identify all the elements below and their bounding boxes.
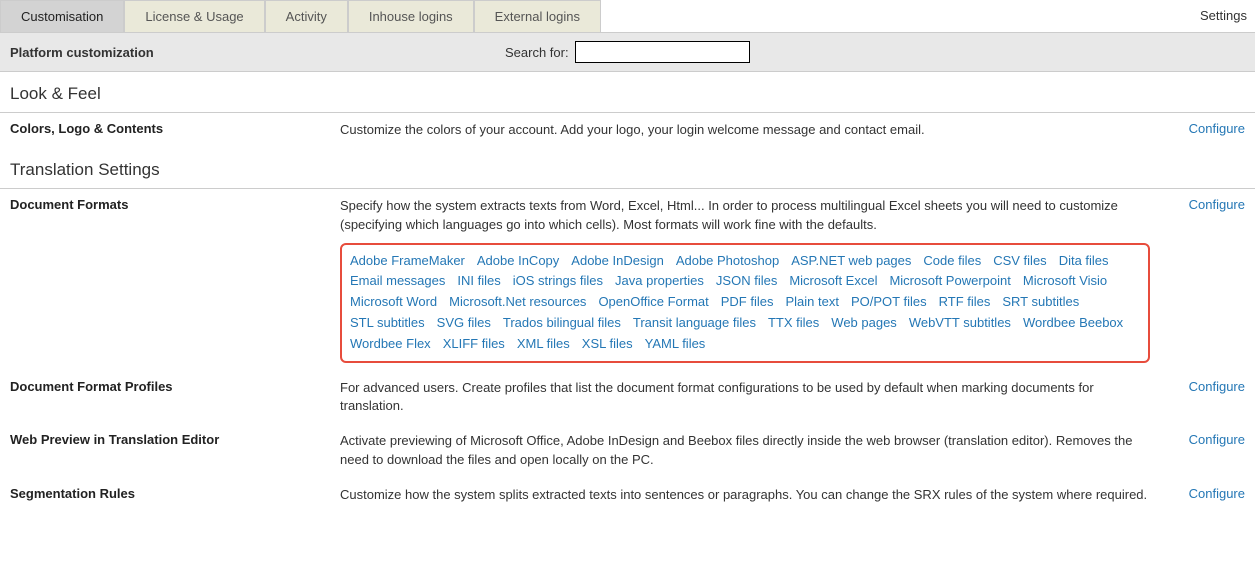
row-segmentation: Segmentation Rules Customize how the sys…	[0, 478, 1255, 513]
subheader: Platform customization Search for:	[0, 33, 1255, 72]
format-link[interactable]: OpenOffice Format	[598, 292, 708, 313]
row-web-preview-label: Web Preview in Translation Editor	[10, 432, 340, 447]
row-doc-formats: Document Formats Specify how the system …	[0, 189, 1255, 371]
format-link[interactable]: Wordbee Flex	[350, 334, 431, 355]
format-link[interactable]: JSON files	[716, 271, 777, 292]
configure-colors[interactable]: Configure	[1189, 121, 1245, 136]
row-colors-desc: Customize the colors of your account. Ad…	[340, 121, 1170, 140]
format-link[interactable]: Microsoft Excel	[789, 271, 877, 292]
format-link[interactable]: INI files	[457, 271, 500, 292]
row-profiles-label: Document Format Profiles	[10, 379, 340, 394]
format-link[interactable]: RTF files	[939, 292, 991, 313]
format-link[interactable]: iOS strings files	[513, 271, 603, 292]
row-doc-formats-desc: Specify how the system extracts texts fr…	[340, 198, 1118, 232]
configure-segmentation[interactable]: Configure	[1189, 486, 1245, 501]
format-link[interactable]: PDF files	[721, 292, 774, 313]
format-link[interactable]: Plain text	[785, 292, 838, 313]
row-web-preview: Web Preview in Translation Editor Activa…	[0, 424, 1255, 478]
row-segmentation-desc: Customize how the system splits extracte…	[340, 486, 1170, 505]
format-link[interactable]: Transit language files	[633, 313, 756, 334]
tab-external[interactable]: External logins	[474, 0, 601, 32]
format-link[interactable]: SVG files	[437, 313, 491, 334]
format-link[interactable]: SRT subtitles	[1002, 292, 1079, 313]
format-link[interactable]: PO/POT files	[851, 292, 927, 313]
format-link[interactable]: Trados bilingual files	[503, 313, 621, 334]
format-link[interactable]: Adobe FrameMaker	[350, 251, 465, 272]
row-profiles: Document Format Profiles For advanced us…	[0, 371, 1255, 425]
tab-customisation[interactable]: Customisation	[0, 0, 124, 32]
format-link[interactable]: Microsoft Word	[350, 292, 437, 313]
row-colors-label: Colors, Logo & Contents	[10, 121, 340, 136]
format-link[interactable]: STL subtitles	[350, 313, 425, 334]
format-link[interactable]: WebVTT subtitles	[909, 313, 1011, 334]
settings-link[interactable]: Settings	[1200, 8, 1247, 23]
row-segmentation-label: Segmentation Rules	[10, 486, 340, 501]
row-web-preview-desc: Activate previewing of Microsoft Office,…	[340, 432, 1170, 470]
tab-bar: Customisation License & Usage Activity I…	[0, 0, 1255, 33]
row-doc-formats-label: Document Formats	[10, 197, 340, 212]
format-link[interactable]: Java properties	[615, 271, 704, 292]
row-colors: Colors, Logo & Contents Customize the co…	[0, 113, 1255, 148]
format-link[interactable]: Dita files	[1059, 251, 1109, 272]
format-link[interactable]: TTX files	[768, 313, 819, 334]
configure-doc-formats[interactable]: Configure	[1189, 197, 1245, 212]
section-translation-settings: Translation Settings	[0, 148, 1255, 189]
format-link[interactable]: ASP.NET web pages	[791, 251, 911, 272]
search-input[interactable]	[575, 41, 750, 63]
format-link[interactable]: YAML files	[645, 334, 706, 355]
tab-activity[interactable]: Activity	[265, 0, 348, 32]
format-link[interactable]: Adobe InDesign	[571, 251, 664, 272]
page-title: Platform customization	[10, 45, 505, 60]
format-link[interactable]: Microsoft Visio	[1023, 271, 1107, 292]
format-link[interactable]: Wordbee Beebox	[1023, 313, 1123, 334]
format-link[interactable]: Code files	[923, 251, 981, 272]
tab-inhouse[interactable]: Inhouse logins	[348, 0, 474, 32]
format-link[interactable]: Adobe Photoshop	[676, 251, 779, 272]
section-look-feel: Look & Feel	[0, 72, 1255, 113]
format-link[interactable]: Email messages	[350, 271, 445, 292]
tab-license[interactable]: License & Usage	[124, 0, 264, 32]
configure-profiles[interactable]: Configure	[1189, 379, 1245, 394]
format-link[interactable]: Microsoft Powerpoint	[889, 271, 1010, 292]
format-link[interactable]: Adobe InCopy	[477, 251, 559, 272]
format-link[interactable]: XSL files	[582, 334, 633, 355]
format-link[interactable]: XLIFF files	[443, 334, 505, 355]
configure-web-preview[interactable]: Configure	[1189, 432, 1245, 447]
format-link[interactable]: Microsoft.Net resources	[449, 292, 586, 313]
format-link[interactable]: XML files	[517, 334, 570, 355]
formats-box: Adobe FrameMaker Adobe InCopy Adobe InDesi…	[340, 243, 1150, 363]
format-link[interactable]: Web pages	[831, 313, 897, 334]
search-label: Search for:	[505, 45, 569, 60]
row-profiles-desc: For advanced users. Create profiles that…	[340, 379, 1170, 417]
format-link[interactable]: CSV files	[993, 251, 1046, 272]
